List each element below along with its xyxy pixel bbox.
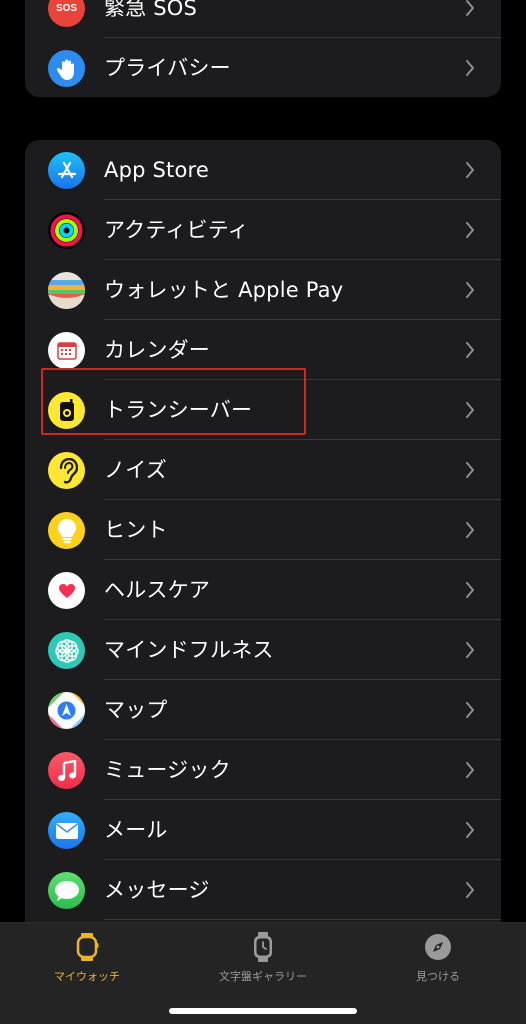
row-label: トランシーバー xyxy=(104,398,253,422)
chevron-right-icon xyxy=(466,60,474,76)
calendar-icon xyxy=(48,332,85,369)
chevron-right-icon xyxy=(466,342,474,358)
tab-face-gallery[interactable]: 文字盤ギャラリー xyxy=(193,931,333,991)
row-wallet-apple-pay[interactable]: ウォレットと Apple Pay xyxy=(25,260,501,320)
row-separator xyxy=(104,919,501,920)
row-maps[interactable]: マップ xyxy=(25,680,501,740)
row-label: ノイズ xyxy=(104,458,167,482)
sos-icon: SOS xyxy=(48,0,85,27)
settings-group-top: SOS 緊急 SOS プライバシー xyxy=(25,0,501,97)
music-note-icon xyxy=(48,752,85,789)
row-label: ヘルスケア xyxy=(104,578,210,602)
row-emergency-sos[interactable]: SOS 緊急 SOS xyxy=(25,0,501,38)
row-messages[interactable]: メッセージ xyxy=(25,860,501,920)
chevron-right-icon xyxy=(466,762,474,778)
row-health[interactable]: ヘルスケア xyxy=(25,560,501,620)
compass-icon xyxy=(425,934,451,960)
row-label: ヒント xyxy=(104,518,168,542)
watch-face-icon xyxy=(254,932,272,962)
tab-label: 見つける xyxy=(416,970,460,983)
row-music[interactable]: ミュージック xyxy=(25,740,501,800)
row-label: ミュージック xyxy=(104,758,231,782)
row-privacy[interactable]: プライバシー xyxy=(25,38,501,97)
row-label: ウォレットと Apple Pay xyxy=(104,278,344,302)
tab-label: 文字盤ギャラリー xyxy=(219,970,307,983)
row-label: メール xyxy=(104,818,168,842)
row-label: マップ xyxy=(104,698,168,722)
row-label: プライバシー xyxy=(104,56,231,80)
flower-icon xyxy=(48,632,85,669)
ear-icon xyxy=(48,452,85,489)
row-label: 緊急 SOS xyxy=(104,0,198,20)
envelope-icon xyxy=(48,812,85,849)
app-store-icon xyxy=(48,152,85,189)
chevron-right-icon xyxy=(466,522,474,538)
row-label: カレンダー xyxy=(104,338,210,362)
activity-rings-icon xyxy=(48,212,85,249)
row-activity[interactable]: アクティビティ xyxy=(25,200,501,260)
watch-settings-screen: SOS 緊急 SOS プライバシー App Store アクティビティ ウォレッ… xyxy=(0,0,526,1024)
row-noise[interactable]: ノイズ xyxy=(25,440,501,500)
heart-icon xyxy=(48,572,85,609)
tab-discover[interactable]: 見つける xyxy=(368,931,508,991)
chevron-right-icon xyxy=(466,822,474,838)
row-calendar[interactable]: カレンダー xyxy=(25,320,501,380)
chevron-right-icon xyxy=(466,642,474,658)
row-label: マインドフルネス xyxy=(104,638,274,662)
row-app-store[interactable]: App Store xyxy=(25,140,501,200)
tab-label: マイウォッチ xyxy=(54,970,120,983)
maps-icon xyxy=(48,692,85,729)
chevron-right-icon xyxy=(466,882,474,898)
row-walkie-talkie[interactable]: トランシーバー xyxy=(25,380,501,440)
chevron-right-icon xyxy=(466,462,474,478)
row-mindfulness[interactable]: マインドフルネス xyxy=(25,620,501,680)
chevron-right-icon xyxy=(466,702,474,718)
chevron-right-icon xyxy=(466,402,474,418)
chevron-right-icon xyxy=(466,582,474,598)
chevron-right-icon xyxy=(466,0,474,16)
row-label: メッセージ xyxy=(104,878,210,902)
settings-group-apps: App Store アクティビティ ウォレットと Apple Pay カレンダー… xyxy=(25,140,501,940)
row-mail[interactable]: メール xyxy=(25,800,501,860)
row-label: App Store xyxy=(104,158,210,182)
row-label: アクティビティ xyxy=(104,218,249,242)
speech-bubble-icon xyxy=(48,872,85,909)
walkie-talkie-icon xyxy=(48,392,85,429)
tab-my-watch[interactable]: マイウォッチ xyxy=(17,931,157,991)
chevron-right-icon xyxy=(466,162,474,178)
row-tips[interactable]: ヒント xyxy=(25,500,501,560)
chevron-right-icon xyxy=(466,222,474,238)
watch-icon xyxy=(76,933,99,961)
lightbulb-icon xyxy=(48,512,85,549)
wallet-icon xyxy=(48,272,85,309)
home-indicator[interactable] xyxy=(169,1008,357,1014)
hand-icon xyxy=(48,50,85,87)
chevron-right-icon xyxy=(466,282,474,298)
